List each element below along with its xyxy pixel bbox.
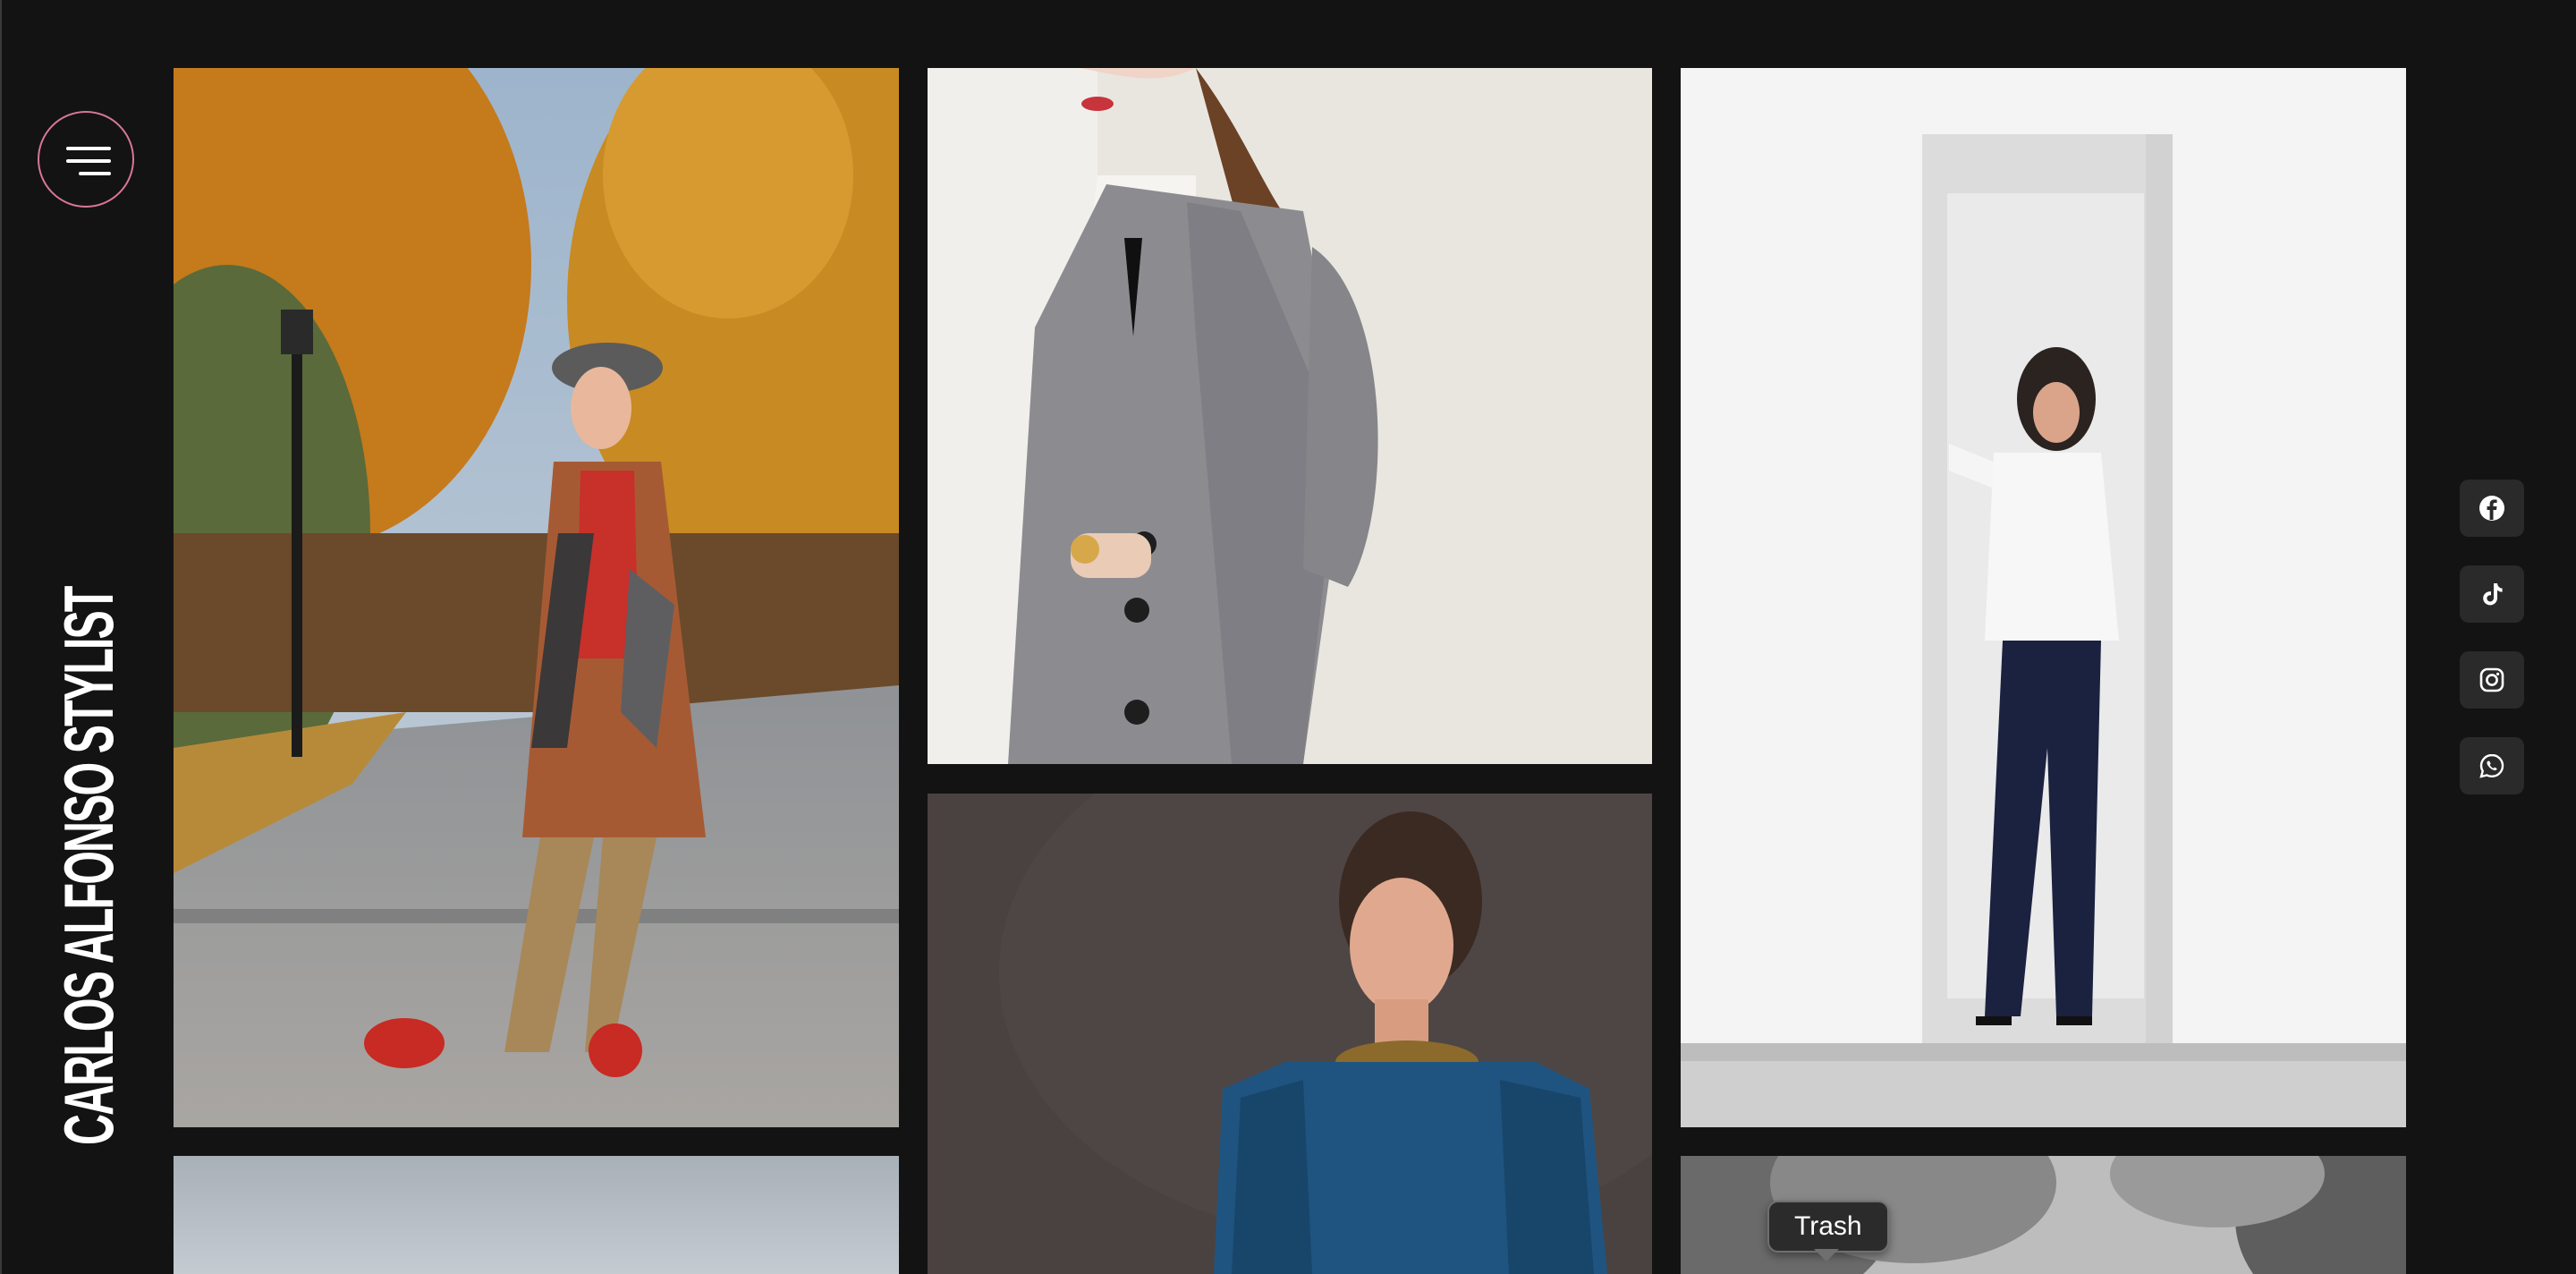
menu-button[interactable] <box>38 111 134 208</box>
facebook-icon <box>2479 496 2504 521</box>
velvet-photo-art <box>928 794 1652 1274</box>
tiktok-button[interactable] <box>2460 565 2524 623</box>
autumn-photo-art <box>174 68 899 1127</box>
gallery-image-teal-velvet[interactable] <box>928 794 1652 1274</box>
page: CARLOS ALFONSO STYLIST Trash <box>0 0 2576 1274</box>
blazer-photo-art <box>928 68 1652 764</box>
instagram-button[interactable] <box>2460 651 2524 709</box>
hamburger-menu-icon <box>66 147 111 150</box>
tooltip-arrow <box>1814 1249 1839 1261</box>
brand-title[interactable]: CARLOS ALFONSO STYLIST <box>48 587 130 1145</box>
hamburger-line <box>79 172 111 175</box>
whatsapp-button[interactable] <box>2460 737 2524 794</box>
gallery-image-white-doorway[interactable] <box>1681 68 2406 1127</box>
whatsapp-icon <box>2479 753 2504 778</box>
trash-tooltip: Trash <box>1767 1201 1889 1253</box>
instagram-icon <box>2479 667 2504 692</box>
gallery-image-autumn-coat[interactable] <box>174 68 899 1127</box>
doorway-photo-art <box>1681 68 2406 1127</box>
tiktok-icon <box>2483 583 2503 606</box>
facebook-button[interactable] <box>2460 480 2524 537</box>
sky-photo-art <box>174 1156 899 1274</box>
gallery-image-plaid-blazer[interactable] <box>928 68 1652 764</box>
gallery-image-sky[interactable] <box>174 1156 899 1274</box>
hamburger-line <box>66 159 111 163</box>
